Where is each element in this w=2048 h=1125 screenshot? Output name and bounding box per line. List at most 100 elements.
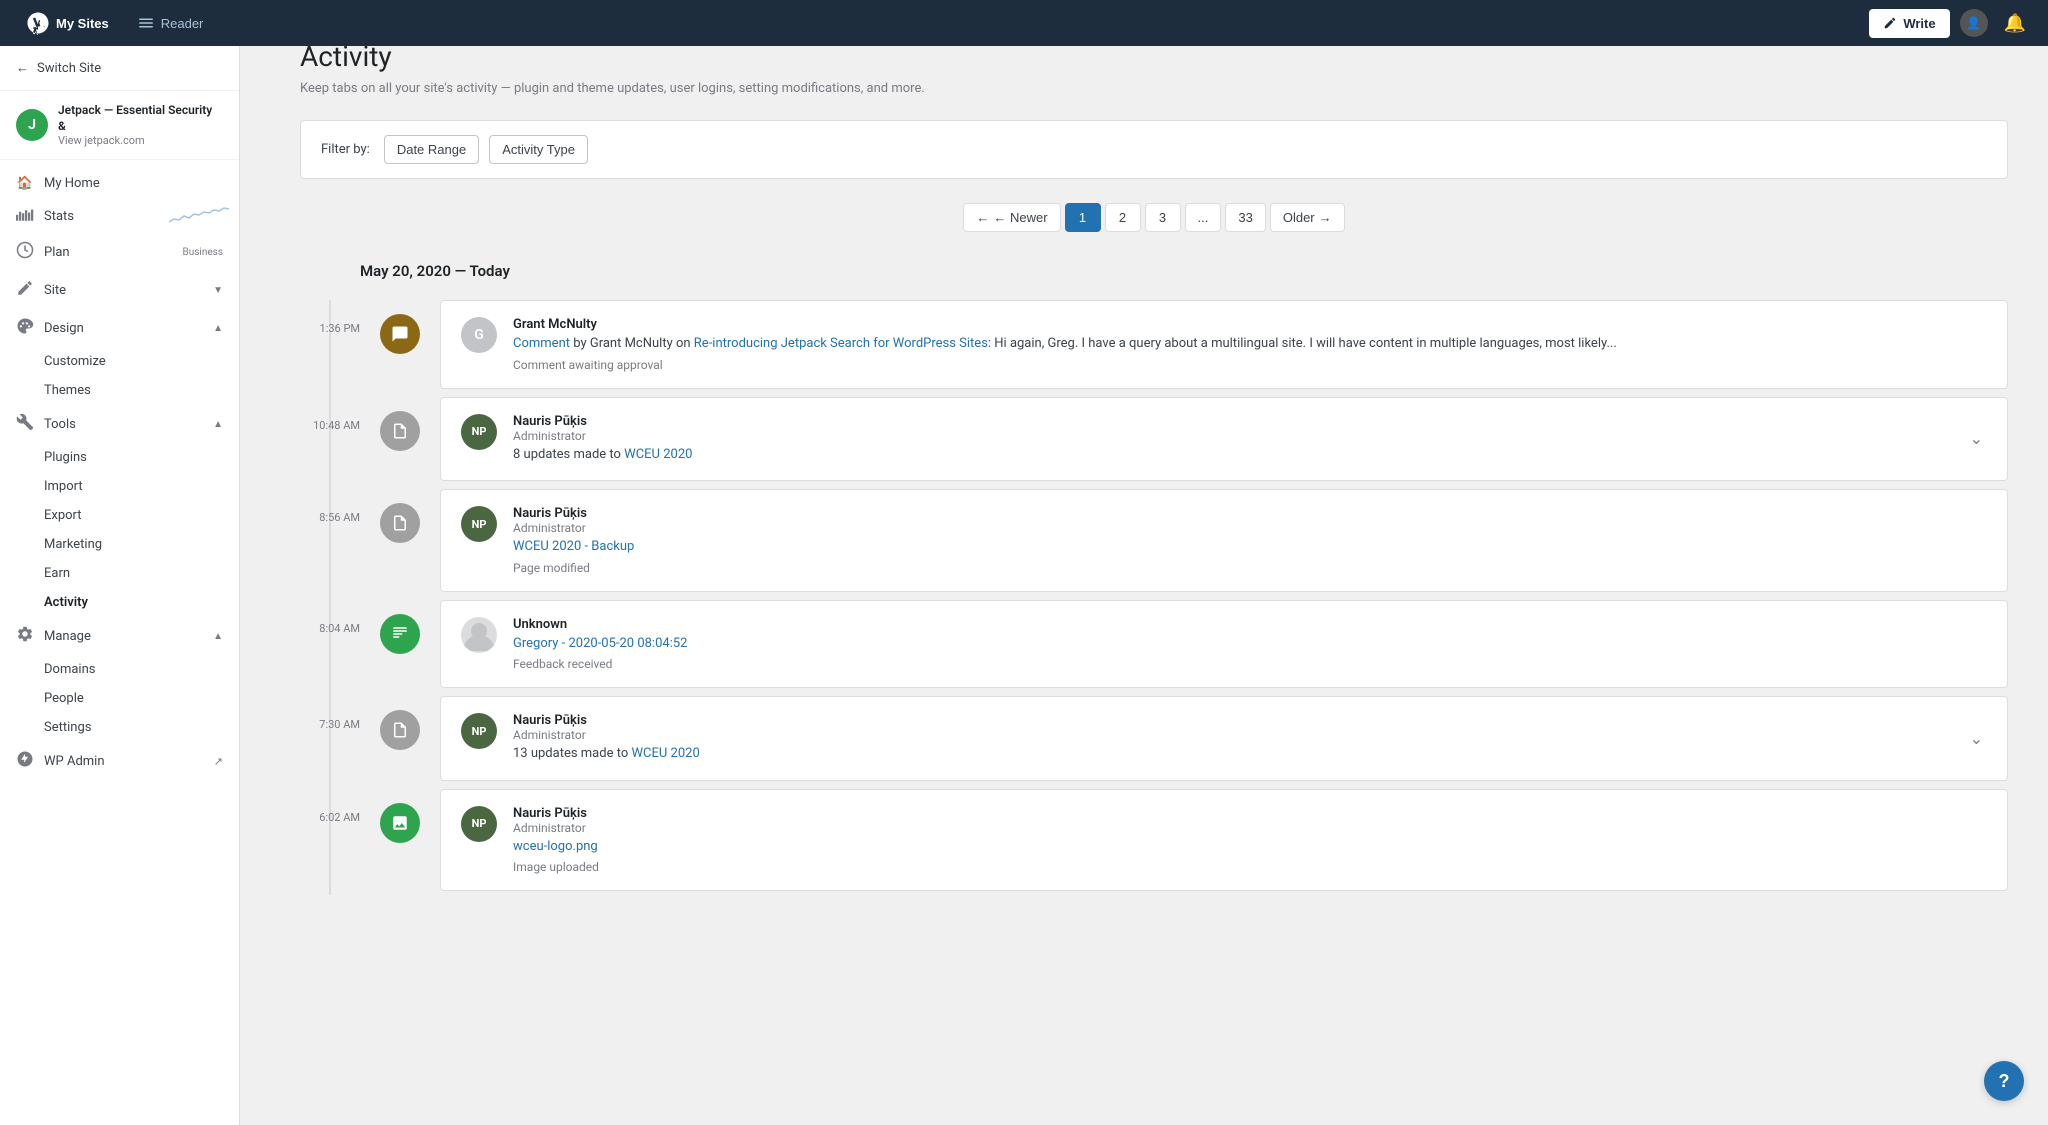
site-chevron-icon: ▼ — [213, 285, 223, 296]
sidebar-nav: 🏠 My Home Stats — [0, 160, 239, 788]
activity-avatar: NP — [461, 713, 497, 749]
activity-subtext: Feedback received — [513, 657, 1987, 671]
activity-post-link[interactable]: WCEU 2020 — [624, 447, 692, 462]
activity-post-link[interactable]: Gregory - 2020-05-20 08:04:52 — [513, 636, 687, 651]
older-button[interactable]: Older → — [1270, 203, 1345, 232]
expand-button[interactable]: ⌄ — [1966, 725, 1987, 752]
activity-body: Nauris Pūķis Administrator 8 updates mad… — [513, 414, 1950, 465]
activity-user-name: Nauris Pūķis — [513, 713, 1950, 728]
activity-description: Comment by Grant McNulty on Re-introduci… — [513, 334, 1987, 354]
comment-icon — [380, 314, 420, 354]
activity-body: Unknown Gregory - 2020-05-20 08:04:52 Fe… — [513, 617, 1987, 672]
sidebar-item-people[interactable]: People — [44, 684, 239, 713]
feedback-icon — [380, 614, 420, 654]
site-icon: J — [16, 109, 48, 141]
activity-card: NP Nauris Pūķis Administrator wceu-logo.… — [440, 789, 2008, 892]
timeline: 1:36 PM G Grant McNulty Comment by Grant… — [300, 300, 2008, 895]
sidebar-item-my-home[interactable]: 🏠 My Home — [0, 168, 239, 199]
sidebar-item-domains[interactable]: Domains — [44, 655, 239, 684]
sidebar-item-settings[interactable]: Settings — [44, 713, 239, 742]
sidebar-item-activity[interactable]: Activity — [44, 588, 239, 617]
activity-card: NP Nauris Pūķis Administrator 8 updates … — [440, 397, 2008, 482]
sidebar-item-manage[interactable]: Manage ▲ — [0, 617, 239, 655]
sidebar-item-plugins[interactable]: Plugins — [44, 443, 239, 472]
activity-avatar: G — [461, 317, 497, 353]
activity-link[interactable]: Comment — [513, 336, 570, 351]
page-2-button[interactable]: 2 — [1105, 203, 1141, 232]
activity-post-link[interactable]: WCEU 2020 — [631, 746, 699, 761]
activity-icon-col — [380, 397, 420, 451]
activity-body: Nauris Pūķis Administrator WCEU 2020 - B… — [513, 506, 1987, 575]
switch-site-button[interactable]: ← Switch Site — [0, 46, 239, 91]
image-icon — [380, 803, 420, 843]
reader-button[interactable]: Reader — [127, 8, 214, 38]
activity-post-link[interactable]: WCEU 2020 - Backup — [513, 539, 634, 554]
activity-time: 6:02 AM — [300, 789, 360, 824]
sidebar-item-import[interactable]: Import — [44, 472, 239, 501]
wp-admin-icon — [16, 750, 34, 772]
sidebar-item-marketing[interactable]: Marketing — [44, 530, 239, 559]
edit-icon — [380, 710, 420, 750]
newer-button[interactable]: ← ← Newer — [963, 203, 1060, 232]
sidebar-item-export[interactable]: Export — [44, 501, 239, 530]
topbar: My Sites Reader Write 👤 🔔 — [0, 0, 2048, 46]
activity-post-link[interactable]: wceu-logo.png — [513, 839, 598, 854]
my-sites-button[interactable]: My Sites — [16, 5, 119, 41]
plan-icon — [16, 241, 34, 263]
back-icon: ← — [16, 60, 29, 76]
filter-bar: Filter by: Date Range Activity Type — [300, 120, 2008, 179]
stats-mini-chart — [169, 204, 229, 228]
sidebar-item-plan[interactable]: Plan Business — [0, 233, 239, 271]
sidebar-item-design[interactable]: Design ▲ — [0, 309, 239, 347]
sidebar-item-site[interactable]: Site ▼ — [0, 271, 239, 309]
activity-item: 10:48 AM NP Nauris Pūķis Administrator 8… — [300, 397, 2008, 486]
activity-description: 8 updates made to WCEU 2020 — [513, 445, 1950, 465]
external-link-icon: ↗ — [214, 755, 223, 768]
notifications-button[interactable]: 🔔 — [1998, 9, 2032, 38]
activity-avatar: NP — [461, 414, 497, 450]
site-info: J Jetpack — Essential Security & View je… — [0, 91, 239, 160]
manage-subitems: Domains People Settings — [0, 655, 239, 742]
sidebar-item-earn[interactable]: Earn — [44, 559, 239, 588]
activity-icon-col — [380, 789, 420, 843]
sidebar-item-customize[interactable]: Customize — [44, 347, 239, 376]
help-button[interactable]: ? — [1984, 1061, 2024, 1101]
page-3-button[interactable]: 3 — [1145, 203, 1181, 232]
arrow-right-icon: → — [1319, 210, 1332, 225]
manage-icon — [16, 625, 34, 647]
sidebar-item-wp-admin[interactable]: WP Admin ↗ — [0, 742, 239, 780]
stats-icon — [16, 207, 34, 225]
home-icon: 🏠 — [16, 176, 34, 191]
date-header: May 20, 2020 — Today — [300, 262, 2008, 280]
activity-item: 8:04 AM Unknown Gr — [300, 600, 2008, 693]
activity-avatar — [461, 617, 497, 653]
activity-item: 7:30 AM NP Nauris Pūķis Administrator 13… — [300, 696, 2008, 785]
sidebar-item-stats[interactable]: Stats — [0, 199, 239, 233]
activity-description: 13 updates made to WCEU 2020 — [513, 744, 1950, 764]
activity-time: 8:56 AM — [300, 489, 360, 524]
site-url: View jetpack.com — [58, 134, 223, 147]
activity-card: NP Nauris Pūķis Administrator 13 updates… — [440, 696, 2008, 781]
activity-user-role: Administrator — [513, 728, 1950, 742]
activity-type-filter[interactable]: Activity Type — [489, 135, 588, 164]
page-33-button[interactable]: 33 — [1225, 203, 1265, 232]
page-1-button[interactable]: 1 — [1065, 203, 1101, 232]
activity-post-link[interactable]: Re-introducing Jetpack Search for WordPr… — [694, 336, 988, 351]
activity-body: Grant McNulty Comment by Grant McNulty o… — [513, 317, 1987, 372]
activity-icon-col — [380, 300, 420, 354]
tools-subitems: Plugins Import Export Marketing Earn Act… — [0, 443, 239, 617]
write-button[interactable]: Write — [1869, 9, 1949, 38]
edit-icon — [380, 411, 420, 451]
help-icon: ? — [1999, 1071, 2010, 1092]
pagination: ← ← Newer 1 2 3 ... 33 Older → — [300, 203, 2008, 232]
activity-item: 1:36 PM G Grant McNulty Comment by Grant… — [300, 300, 2008, 393]
activity-user-role: Administrator — [513, 521, 1987, 535]
expand-button[interactable]: ⌄ — [1966, 425, 1987, 452]
date-range-filter[interactable]: Date Range — [384, 135, 479, 164]
tools-icon — [16, 413, 34, 435]
filter-label: Filter by: — [321, 142, 370, 157]
user-avatar[interactable]: 👤 — [1960, 9, 1988, 37]
sidebar-item-themes[interactable]: Themes — [44, 376, 239, 405]
sidebar-item-tools[interactable]: Tools ▲ — [0, 405, 239, 443]
activity-user-name: Unknown — [513, 617, 1987, 632]
